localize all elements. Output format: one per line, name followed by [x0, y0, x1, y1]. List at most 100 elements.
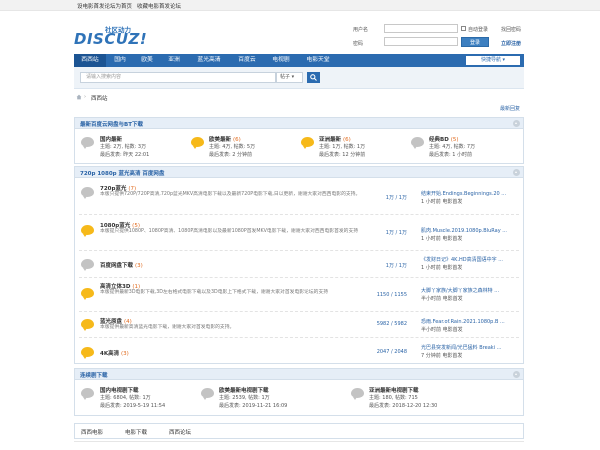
- nav-item-baidu[interactable]: 百度云: [232, 54, 262, 67]
- auto-login-checkbox[interactable]: [461, 26, 466, 31]
- search-icon: [310, 74, 317, 81]
- row-divider: [79, 337, 519, 338]
- latest-replies-link[interactable]: 最新回复: [500, 105, 520, 112]
- forgot-password-link[interactable]: 找回密码: [501, 26, 521, 33]
- forum-last-thread[interactable]: 恐雨.Fear.of.Rain.2021.1080p.B ...: [421, 318, 505, 325]
- password-input[interactable]: [384, 37, 458, 46]
- section-title[interactable]: 最新百度云网盘与BT下载: [80, 120, 143, 128]
- row-divider: [79, 250, 519, 251]
- footer-divider: [74, 441, 524, 450]
- forum-last-post[interactable]: 最后发表: 2 分钟前: [209, 151, 252, 158]
- forum-name[interactable]: 亚洲最新电视剧下载: [369, 386, 419, 394]
- username-input[interactable]: [384, 24, 458, 33]
- search-button[interactable]: [307, 72, 320, 83]
- friend-link[interactable]: 西西论坛: [169, 428, 191, 436]
- forum-name[interactable]: 欧美最新电视剧下载: [219, 386, 269, 394]
- forum-last-post[interactable]: 最后发表: 2019-5-19 11:54: [100, 402, 165, 409]
- forum-name[interactable]: 百度网盘下载 (3): [100, 261, 143, 269]
- nav-item-xixi[interactable]: 西西站: [74, 54, 106, 67]
- nav-item-bluray[interactable]: 蓝光高清: [190, 54, 228, 67]
- section-header-hd: 720p 1080p 蓝光高清 百度网盘: [74, 166, 524, 178]
- collapse-icon[interactable]: [513, 169, 520, 176]
- forum-stats: 1万 / 1万: [385, 230, 407, 236]
- section-header-latest: 最新百度云网盘与BT下载: [74, 117, 524, 129]
- nav-item-asia[interactable]: 亚洲: [162, 54, 186, 67]
- forum-name[interactable]: 经典BD (5): [429, 135, 458, 143]
- forum-last-meta[interactable]: 1 小时前 电影首发: [421, 198, 462, 205]
- quick-nav-button[interactable]: 快捷导航 ▾: [466, 56, 520, 65]
- section-header-tv: 连续剧下载: [74, 368, 524, 380]
- forum-last-post[interactable]: 最后发表: 2018-12-20 12:30: [369, 402, 437, 409]
- register-link[interactable]: 立即注册: [501, 40, 521, 47]
- forum-name[interactable]: 4K高清 (3): [100, 349, 129, 357]
- site-logo[interactable]: 社区动力 DISCUZ!: [74, 24, 166, 50]
- forum-last-thread[interactable]: 《发财日记》4K.HD高清国语中字 ...: [421, 256, 503, 263]
- forum-topics: 主题: 2万, 帖数: 3万: [100, 144, 147, 150]
- forum-description: 本版提供最新3D电影下载,3D左右格式电影下载以及3D电影上下格式下载，谢谢大家…: [100, 290, 329, 295]
- quick-nav-label: 快捷导航: [480, 57, 501, 63]
- forum-status-icon: [81, 187, 94, 199]
- forum-status-icon: [351, 388, 364, 400]
- forum-status-icon: [81, 319, 94, 331]
- collapse-icon[interactable]: [513, 120, 520, 127]
- section-title[interactable]: 720p 1080p 蓝光高清 百度网盘: [80, 169, 164, 177]
- forum-last-meta[interactable]: 半小时前 电影首发: [421, 295, 463, 302]
- nav-item-heaven[interactable]: 电影天堂: [300, 54, 336, 67]
- row-divider: [79, 311, 519, 312]
- forum-description: 本版只提供720P/720P高清,720p蓝光MKV高清电影下载以及最新720P…: [100, 192, 361, 197]
- forum-last-thread[interactable]: 大脚丫家族/大脚丫家族之森林特 ...: [421, 287, 499, 294]
- section-title[interactable]: 连续剧下载: [80, 371, 108, 379]
- forum-last-thread[interactable]: 肌肉.Muscle.2019.1080p.BluRay ...: [421, 227, 507, 234]
- login-button[interactable]: 登录: [461, 37, 489, 47]
- main-nav: 西西站 国内 欧美 亚洲 蓝光高清 百度云 电视剧 电影天堂 快捷导航 ▾: [74, 54, 524, 67]
- forum-last-meta[interactable]: 1 小时前 电影首发: [421, 235, 462, 242]
- forum-topics: 主题: 4万, 帖数: 5万: [209, 144, 256, 150]
- search-type-value: 帖子: [280, 74, 291, 80]
- forum-name[interactable]: 国内电视剧下载: [100, 386, 139, 394]
- forum-topics: 主题: 180, 帖数: 715: [369, 395, 418, 401]
- friend-link[interactable]: 西西电影: [81, 428, 103, 436]
- forum-last-thread[interactable]: 光巴县突发新闻/光巴猛料 Breaki ...: [421, 344, 501, 351]
- search-input[interactable]: 请输入搜索内容: [80, 72, 276, 83]
- friend-link[interactable]: 电影下载: [125, 428, 147, 436]
- forum-status-icon: [81, 288, 94, 300]
- forum-description: 本版提只提供1080P、1080P高清、1080P高清电影以及最新1080P首发…: [100, 229, 359, 234]
- top-bar: 设电影首发论坛为首页 收藏电影首发论坛: [0, 0, 600, 11]
- search-bar: 请输入搜索内容 帖子 ▾: [74, 67, 524, 89]
- search-type-select[interactable]: 帖子 ▾: [276, 72, 303, 83]
- set-homepage-link[interactable]: 设电影首发论坛为首页: [77, 2, 132, 10]
- breadcrumb-separator: ›: [84, 94, 86, 100]
- forum-last-post[interactable]: 最后发表: 12 分钟前: [319, 151, 365, 158]
- username-label: 用户名: [353, 27, 369, 33]
- home-icon[interactable]: [76, 94, 82, 100]
- forum-last-meta[interactable]: 1 小时前 电影首发: [421, 264, 462, 271]
- row-divider: [79, 277, 519, 278]
- nav-item-western[interactable]: 欧美: [135, 54, 159, 67]
- forum-status-icon: [411, 137, 424, 149]
- forum-last-post[interactable]: 最后发表: 2019-11-21 16:09: [219, 402, 287, 409]
- forum-status-icon: [81, 388, 94, 400]
- login-form: 用户名 自动登录 找回密码 密码 登录 立即注册: [353, 22, 533, 50]
- forum-topics: 主题: 4万, 帖数: 7万: [429, 144, 476, 150]
- forum-name[interactable]: 欧美最新 (6): [209, 135, 241, 143]
- forum-stats: 5982 / 5982: [376, 321, 407, 327]
- bookmark-link[interactable]: 收藏电影首发论坛: [137, 2, 181, 10]
- section-body-latest: 国内最新 主题: 2万, 帖数: 3万 最后发表: 昨天 22:01 欧美最新 …: [74, 129, 524, 164]
- forum-status-icon: [301, 137, 314, 149]
- breadcrumb: › 西西站: [74, 92, 524, 103]
- forum-last-meta[interactable]: 半小时前 电影首发: [421, 326, 463, 333]
- collapse-icon[interactable]: [513, 371, 520, 378]
- forum-last-meta[interactable]: 7 分钟前 电影首发: [421, 352, 462, 359]
- breadcrumb-current[interactable]: 西西站: [91, 94, 108, 102]
- password-label: 密码: [353, 41, 364, 47]
- forum-stats: 1万 / 1万: [385, 195, 407, 201]
- forum-last-thread[interactable]: 结束开始.Endings.Beginnings.20 ...: [421, 190, 506, 197]
- forum-topics: 主题: 2539, 帖数: 1万: [219, 395, 270, 401]
- nav-item-tv[interactable]: 电视剧: [266, 54, 296, 67]
- forum-last-post[interactable]: 最后发表: 昨天 22:01: [100, 151, 149, 158]
- forum-name[interactable]: 国内最新: [100, 135, 122, 143]
- nav-item-domestic[interactable]: 国内: [108, 54, 132, 67]
- forum-last-post[interactable]: 最后发表: 1 小时前: [429, 151, 472, 158]
- forum-name[interactable]: 亚洲最新 (6): [319, 135, 351, 143]
- row-divider: [79, 214, 519, 215]
